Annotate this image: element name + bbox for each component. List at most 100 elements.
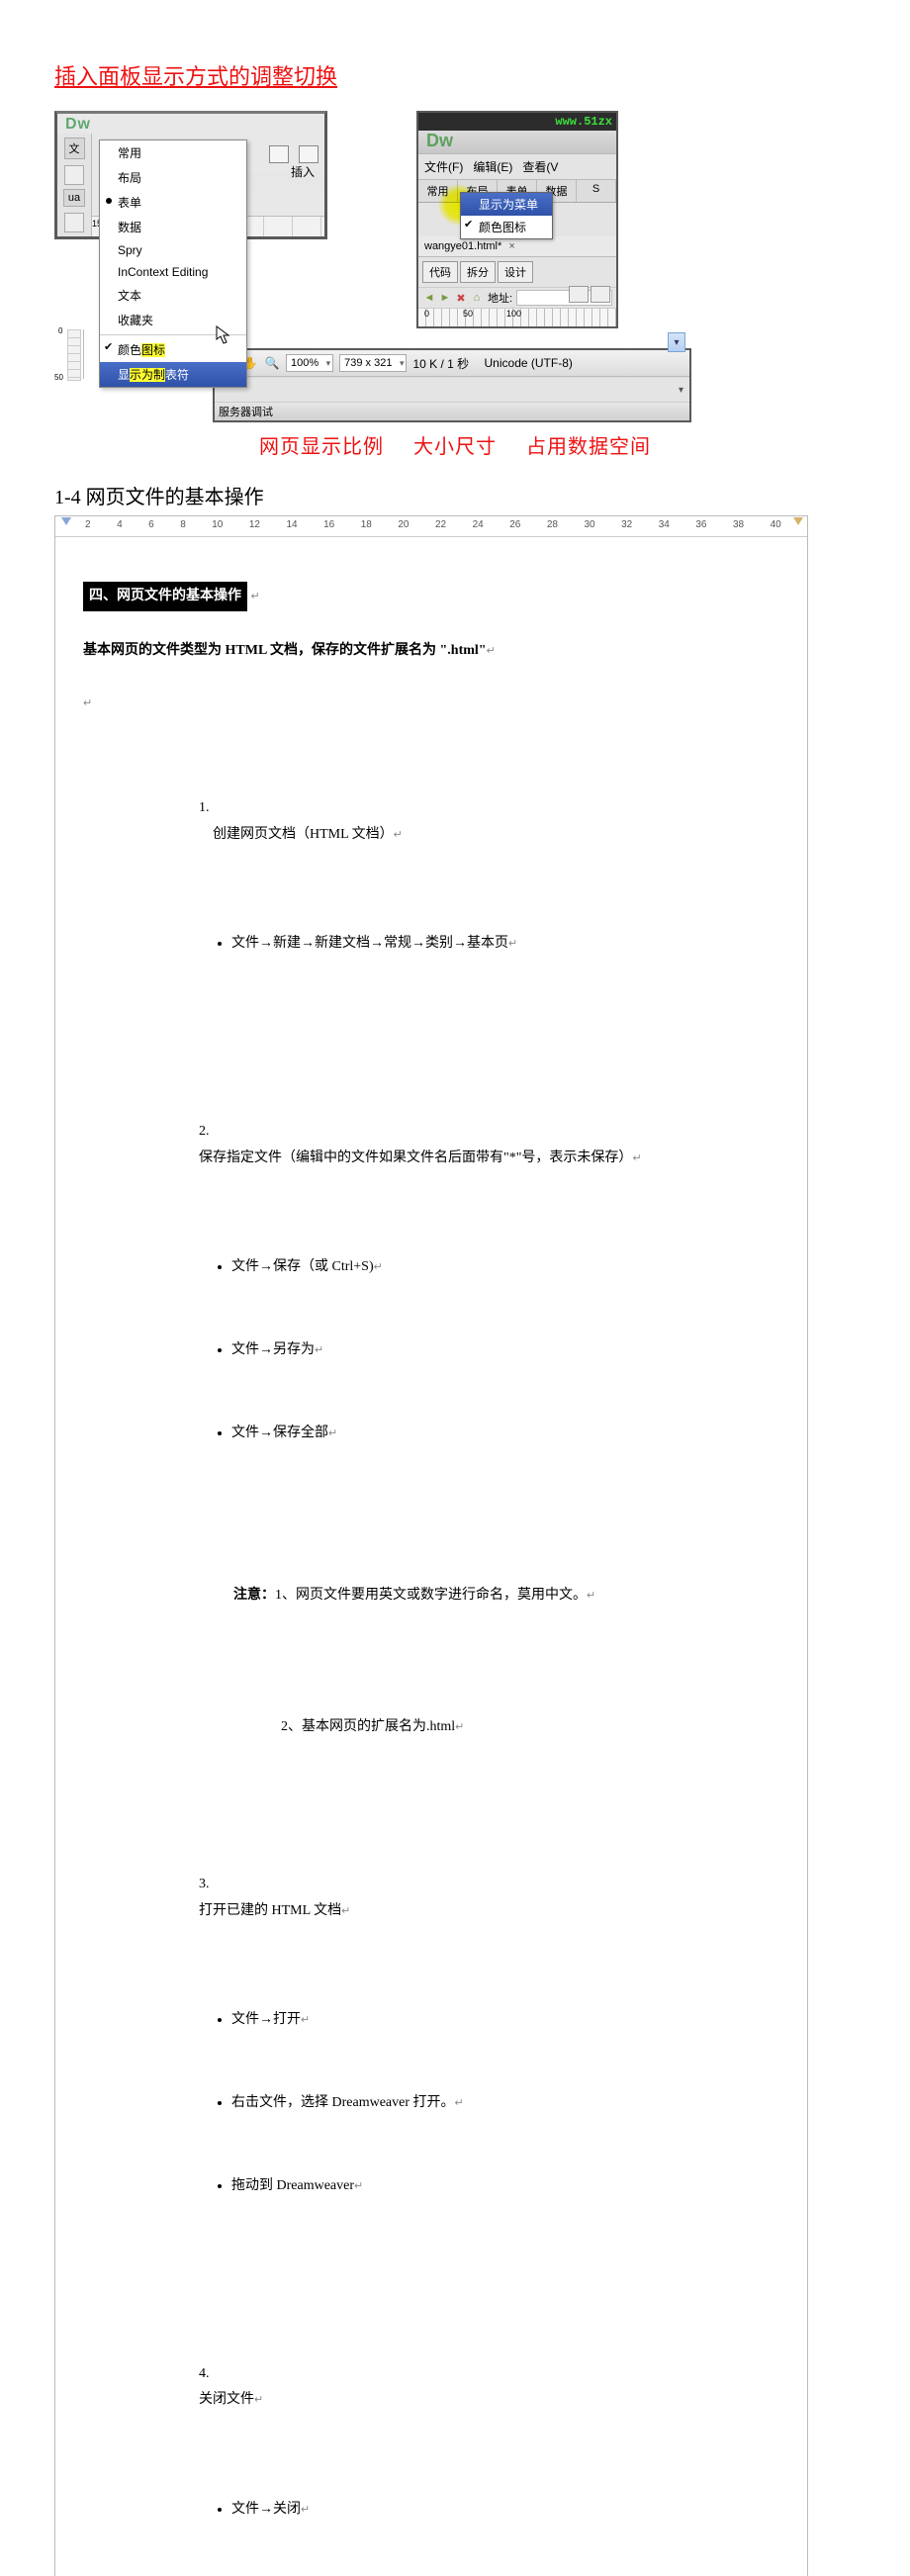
menu-item[interactable]: 文本: [100, 283, 246, 308]
return-symbol-icon: ↵: [328, 1427, 337, 1439]
ruler-tick: 8: [180, 519, 186, 530]
view-switcher: 代码 拆分 设计: [418, 257, 616, 287]
home-icon[interactable]: ⌂: [470, 291, 484, 305]
status-row-3: 服务器调试: [215, 402, 689, 420]
figure-dw-insert-panel: Dw 文 ua 插入 实时代码: [54, 111, 327, 239]
ruler-tick: 6: [148, 519, 154, 530]
list-title: 网页文档（HTML 文档）: [240, 827, 394, 842]
menu-item-label: 颜色: [118, 343, 141, 357]
heading-link: 插入面板显示方式的调整切换: [54, 59, 337, 91]
dropdown-triangle-icon[interactable]: ▾: [679, 385, 683, 396]
list-title: 关闭文件: [199, 2392, 254, 2407]
menu-item[interactable]: Spry: [100, 239, 246, 261]
return-symbol-icon: ↵: [251, 591, 260, 602]
menu-item-color-icon[interactable]: 颜色图标: [461, 216, 552, 238]
close-icon[interactable]: ×: [508, 240, 514, 252]
menu-item[interactable]: 布局: [100, 165, 246, 190]
back-icon[interactable]: ◄: [422, 291, 436, 305]
return-symbol-icon: ↵: [315, 1344, 323, 1356]
ruler-tick: 40: [771, 519, 781, 530]
list-item: 文件→新建→新建文档→常规→类别→基本页↵: [231, 931, 795, 958]
ruler-tick: 4: [117, 519, 123, 530]
encoding-label: Unicode (UTF-8): [485, 356, 573, 370]
panel-icon[interactable]: [569, 286, 589, 303]
menu-item-show-as-tabs[interactable]: 显示为制表符: [100, 362, 246, 387]
list-item: 拖动到 Dreamweaver↵: [231, 2173, 795, 2200]
menu-item-selected[interactable]: 表单: [100, 190, 246, 215]
document-tab-label: wangye01.html*: [424, 240, 501, 252]
ruler-tick: 24: [473, 519, 484, 530]
tab[interactable]: S: [577, 180, 616, 202]
ruler-tick: 34: [659, 519, 670, 530]
ruler-tick: 100: [506, 309, 521, 319]
return-symbol-icon: ↵: [354, 2180, 363, 2192]
return-symbol-icon: ↵: [632, 1152, 641, 1164]
scroll-down-button[interactable]: ▾: [668, 332, 685, 352]
caption-part: 大小尺寸: [413, 436, 497, 458]
gutter-icon[interactable]: [64, 165, 84, 185]
insert-panel-menu: 常用 布局 表单 数据 Spry InContext Editing 文本 收藏…: [99, 139, 247, 388]
list-title-hl: 创: [213, 827, 227, 842]
ruler-tick: 12: [249, 519, 260, 530]
word-ruler[interactable]: 246810121416182022242628303234363840: [55, 516, 807, 537]
title-bar: www.51zx: [418, 113, 616, 131]
return-symbol-icon: ↵: [83, 697, 92, 709]
ruler-tick: 16: [323, 519, 334, 530]
ruler-tick: 50: [54, 373, 63, 382]
list-item: 文件→关闭↵: [231, 2497, 795, 2524]
vertical-tab[interactable]: 文: [64, 138, 85, 159]
dw-logo: Dw: [418, 131, 616, 153]
note-text: 2、基本网页的扩展名为.html: [281, 1719, 455, 1734]
vertical-tab-2[interactable]: ua: [63, 189, 85, 207]
indent-marker-right-icon[interactable]: [793, 517, 803, 525]
zoom-select[interactable]: 100%: [286, 354, 333, 372]
indent-marker-left-icon[interactable]: [61, 517, 71, 525]
menu-edit[interactable]: 编辑(E): [473, 160, 512, 174]
panel-icon[interactable]: [269, 145, 289, 163]
list-item: 文件→另存为↵: [231, 1337, 795, 1364]
ruler-tick: 50: [463, 309, 473, 319]
forward-icon[interactable]: ►: [438, 291, 452, 305]
list-item: 文件→保存全部↵: [231, 1421, 795, 1447]
document-tab[interactable]: wangye01.html* ×: [418, 236, 616, 257]
ruler-tick: 36: [695, 519, 706, 530]
return-symbol-icon: ↵: [487, 645, 496, 657]
stop-icon[interactable]: ✖: [454, 291, 468, 305]
menu-file[interactable]: 文件(F): [424, 160, 463, 174]
zoom-tool-icon[interactable]: 🔍: [264, 355, 280, 371]
menu-item[interactable]: InContext Editing: [100, 261, 246, 283]
design-view-button[interactable]: 设计: [498, 261, 533, 283]
intro-text: 基本网页的文件类型为 HTML 文档，保存的文件扩展名为 ".html": [83, 643, 487, 658]
return-symbol-icon: ↵: [587, 1590, 595, 1602]
menu-view[interactable]: 查看(V: [522, 160, 558, 174]
figure-status-bar: ▾ ✋ 🔍 100% 739 x 321 10 K / 1 秒 Unicode …: [213, 348, 691, 422]
return-symbol-icon: ↵: [455, 1721, 464, 1733]
menu-item-show-as-menu[interactable]: 显示为菜单: [461, 193, 552, 216]
list-title: 建: [227, 827, 240, 842]
note-text: 1、网页文件要用英文或数字进行命名，莫用中文。: [275, 1588, 587, 1603]
status-row-2: ▾: [215, 377, 689, 402]
insert-label: 插入: [291, 163, 315, 180]
return-symbol-icon: ↵: [374, 1261, 383, 1273]
caption-part: 占用数据空间: [526, 436, 651, 458]
ruler-tick: 32: [621, 519, 632, 530]
highlight-spot: [199, 822, 213, 849]
menu-item[interactable]: 数据: [100, 215, 246, 239]
page-size-label: 10 K / 1 秒: [412, 355, 469, 372]
menu-bar[interactable]: 文件(F) 编辑(E) 查看(V: [418, 153, 616, 180]
section-heading: 1-4 网页文件的基本操作: [54, 481, 856, 509]
menu-item[interactable]: 常用: [100, 140, 246, 165]
return-symbol-icon: ↵: [508, 938, 517, 950]
panel-icon[interactable]: [299, 145, 318, 163]
panel-icon[interactable]: [591, 286, 610, 303]
list-number: 4.: [199, 2366, 210, 2381]
editor-content: 四、网页文件的基本操作 ↵ 基本网页的文件类型为 HTML 文档，保存的文件扩展…: [55, 537, 807, 2576]
ruler-tick: 26: [509, 519, 520, 530]
code-view-button[interactable]: 代码: [422, 261, 458, 283]
ruler-tick: 0: [58, 326, 62, 335]
split-view-button[interactable]: 拆分: [460, 261, 496, 283]
gutter-icon[interactable]: [64, 213, 84, 232]
list-item: 文件→打开↵: [231, 2007, 795, 2034]
dimensions-select[interactable]: 739 x 321: [339, 354, 407, 372]
cursor-icon: [216, 325, 231, 348]
